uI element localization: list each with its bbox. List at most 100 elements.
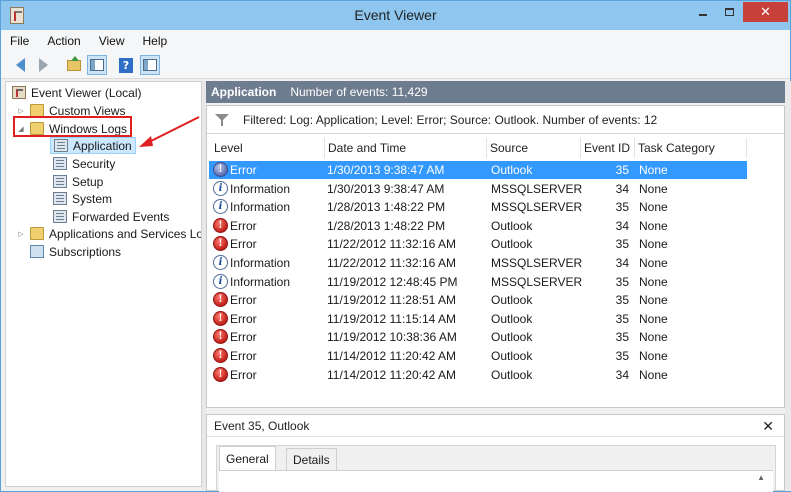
event-id: 35 (615, 237, 629, 252)
log-title: Application (211, 85, 277, 99)
column-header-level[interactable]: Level (211, 138, 325, 158)
event-row[interactable]: i Information 1/30/2013 9:38:47 AM MSSQLSER… (209, 180, 747, 198)
column-header-source[interactable]: Source (487, 138, 581, 158)
event-level: Error (230, 349, 257, 363)
event-row[interactable]: ! Error 1/28/2013 1:48:22 PM Outlook 34 None (209, 217, 747, 235)
detail-title: Event 35, Outlook (214, 418, 310, 433)
error-icon: ! (213, 217, 228, 233)
tab-details[interactable]: Details (286, 448, 337, 470)
tree-item-security[interactable]: Security (53, 155, 115, 172)
back-arrow-icon (15, 58, 25, 72)
forward-button[interactable] (33, 55, 53, 75)
event-id: 35 (615, 293, 629, 308)
event-level: Error (230, 367, 257, 382)
filter-funnel-icon (215, 113, 229, 126)
detail-tabs: General Details ▲ (216, 445, 776, 492)
event-row[interactable]: ! Error 11/22/2012 11:32:16 AM Outlook 35 Non… (209, 235, 747, 253)
tree-item-subscriptions[interactable]: Subscriptions (30, 243, 121, 260)
minimize-button[interactable] (689, 2, 716, 22)
column-header-task-category[interactable]: Task Category (635, 138, 747, 158)
event-source: MSSQLSERVER (491, 200, 583, 215)
action-pane-icon (143, 59, 157, 71)
information-icon: i (213, 199, 228, 215)
right-pane-scrollbar[interactable] (785, 81, 791, 491)
menu-help[interactable]: Help (134, 34, 177, 48)
tree-item-applications-and-services[interactable]: ▷ Applications and Services Lo (16, 225, 202, 242)
annotation-highlight-box (13, 116, 132, 137)
event-id: 35 (615, 200, 629, 215)
error-icon: ! (213, 292, 228, 308)
event-row[interactable]: ! Error 1/30/2013 9:38:47 AM Outlook 35 None (209, 161, 747, 179)
back-button[interactable] (10, 55, 30, 75)
tab-general[interactable]: General (219, 446, 276, 470)
event-level: Information (230, 200, 291, 215)
event-row[interactable]: ! Error 11/14/2012 11:20:42 AM Outlook 35 Non… (209, 347, 747, 365)
event-level: Error (230, 163, 257, 177)
event-source: Outlook (491, 293, 533, 308)
menu-view[interactable]: View (90, 34, 134, 48)
log-icon (53, 210, 67, 223)
event-level: Error (230, 330, 257, 345)
tree-item-forwarded-events[interactable]: Forwarded Events (53, 208, 169, 225)
title-bar: Event Viewer ✕ (1, 1, 790, 30)
column-header-event-id[interactable]: Event ID (581, 138, 635, 158)
help-button[interactable]: ? (116, 55, 136, 75)
event-detail-pane: Event 35, Outlook ✕ General Details ▲ (206, 414, 785, 492)
information-icon: i (213, 273, 228, 289)
event-row[interactable]: ! Error 11/19/2012 11:28:51 AM Outlook 35 Non… (209, 291, 747, 309)
column-header-date-time[interactable]: Date and Time (325, 138, 487, 158)
event-date-time: 11/22/2012 11:32:16 AM (327, 256, 456, 270)
event-id: 35 (615, 274, 629, 289)
tree-item-label: Forwarded Events (72, 209, 170, 224)
tree-item-label: Applications and Services Lo (49, 226, 202, 241)
event-count: Number of events: 11,429 (290, 85, 428, 99)
event-task-category: None (639, 181, 668, 196)
expand-arrow-icon[interactable]: ▷ (16, 107, 26, 115)
show-hide-tree-button[interactable] (87, 55, 107, 75)
event-row[interactable]: ! Error 11/19/2012 10:38:36 AM Outlook 35 Non… (209, 328, 747, 346)
event-row[interactable]: ! Error 11/14/2012 11:20:42 AM Outlook 34 Non… (209, 366, 747, 384)
close-button[interactable]: ✕ (743, 2, 788, 22)
tree-item-label: Subscriptions (49, 244, 122, 259)
expand-arrow-icon[interactable]: ▷ (16, 230, 26, 238)
event-task-category: None (639, 349, 668, 363)
event-id: 35 (615, 163, 629, 177)
tree-item-application[interactable]: Application (50, 137, 136, 154)
show-pane-icon (90, 59, 104, 71)
event-task-category: None (639, 218, 668, 233)
event-date-time: 11/14/2012 11:20:42 AM (327, 349, 456, 363)
event-level: Error (230, 237, 257, 252)
detail-close-icon[interactable]: ✕ (762, 418, 774, 435)
tree-item-label: Application (73, 138, 132, 153)
detail-header: Event 35, Outlook ✕ (207, 415, 784, 437)
scroll-up-icon[interactable]: ▲ (757, 473, 765, 482)
event-row[interactable]: i Information 1/28/2013 1:48:22 PM MSSQLSER… (209, 198, 747, 216)
tree-item-setup[interactable]: Setup (53, 173, 103, 190)
event-date-time: 11/14/2012 11:20:42 AM (327, 367, 456, 382)
tree-item-label: System (72, 191, 113, 206)
event-id: 35 (615, 311, 629, 326)
event-date-time: 11/22/2012 11:32:16 AM (327, 237, 456, 252)
maximize-button[interactable] (716, 2, 743, 22)
event-source: Outlook (491, 311, 533, 326)
tree-item-system[interactable]: System (53, 190, 112, 207)
error-icon: ! (213, 236, 228, 252)
event-row[interactable]: i Information 11/22/2012 11:32:16 AM MSSQLS… (209, 254, 747, 272)
menu-action[interactable]: Action (38, 34, 89, 48)
tree-root-event-viewer[interactable]: Event Viewer (Local) (12, 84, 142, 101)
event-source: Outlook (491, 237, 533, 252)
up-one-level-button[interactable] (64, 55, 84, 75)
information-icon: i (213, 180, 228, 196)
menu-file[interactable]: File (1, 34, 38, 48)
event-viewer-window: Event Viewer ✕ File Action View Help ? E… (0, 0, 791, 492)
event-level: Error (230, 311, 257, 326)
error-icon: ! (213, 310, 228, 326)
events-list: Filtered: Log: Application; Level: Error… (206, 105, 785, 408)
show-hide-action-pane-button[interactable] (140, 55, 160, 75)
event-date-time: 11/19/2012 11:15:14 AM (327, 311, 456, 326)
event-date-time: 1/30/2013 9:38:47 AM (327, 181, 445, 196)
event-row[interactable]: i Information 11/19/2012 12:48:45 PM MSSQLS… (209, 273, 747, 291)
filter-bar: Filtered: Log: Application; Level: Error… (207, 106, 784, 134)
event-row[interactable]: ! Error 11/19/2012 11:15:14 AM Outlook 35 Non… (209, 310, 747, 328)
event-source: Outlook (491, 349, 533, 363)
